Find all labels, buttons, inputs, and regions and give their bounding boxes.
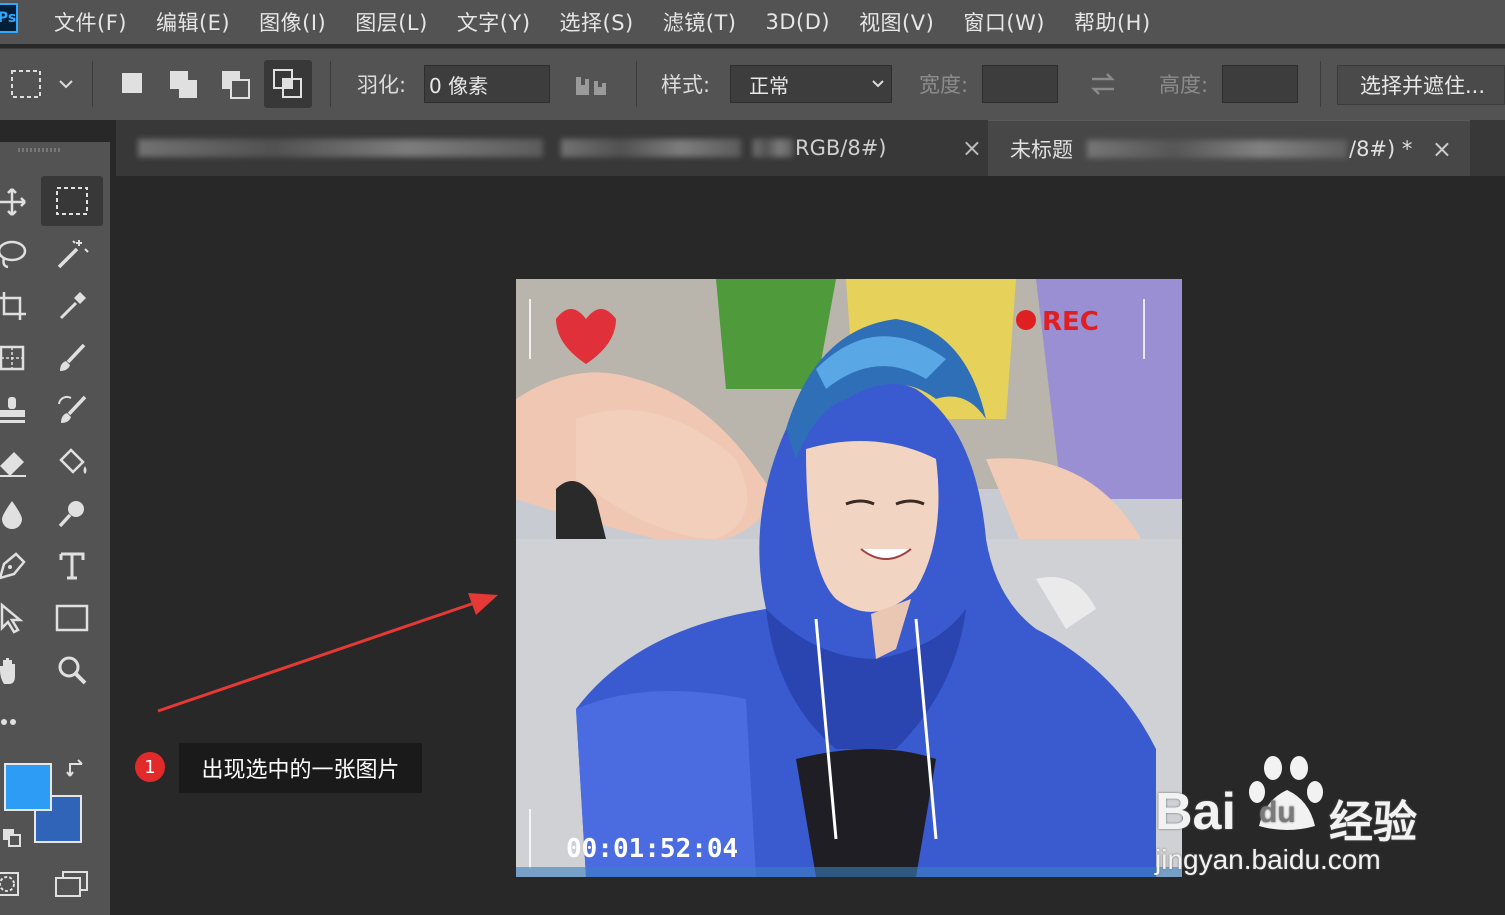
paint-bucket-tool-icon[interactable] [52, 442, 92, 482]
panel-grip[interactable] [18, 148, 60, 152]
step-number-badge: 1 [135, 752, 165, 782]
watermark-brand-b: du [1259, 796, 1296, 829]
crop-tool-icon[interactable] [0, 286, 32, 326]
menu-window[interactable]: 窗口(W) [963, 7, 1045, 37]
rec-label: REC [1042, 307, 1099, 337]
intersect-selection-button[interactable] [264, 60, 312, 108]
menu-edit[interactable]: 编辑(E) [156, 7, 230, 37]
width-input[interactable] [982, 65, 1058, 103]
style-select[interactable]: 正常 [730, 65, 892, 103]
options-bar: 羽化: 0 像素 样式: 正常 宽度: 高度: 选择并遮住... [0, 48, 1505, 120]
clone-stamp-tool-icon[interactable] [0, 390, 32, 430]
style-select-value: 正常 [749, 73, 789, 98]
tools-panel [0, 142, 110, 915]
menu-3d[interactable]: 3D(D) [765, 10, 830, 34]
magic-wand-tool-icon[interactable] [52, 234, 92, 274]
quick-mask-icon[interactable] [0, 870, 22, 902]
watermark-brand-a: Bai [1155, 783, 1236, 841]
tab-document-1[interactable]: RGB/8#) × [116, 120, 986, 176]
close-icon[interactable]: × [962, 134, 982, 162]
hand-tool-icon[interactable] [0, 650, 32, 690]
width-label: 宽度: [919, 73, 969, 97]
menu-file[interactable]: 文件(F) [54, 7, 127, 37]
document-image[interactable]: REC 00:01:52:04 [516, 279, 1182, 877]
zoom-tool-icon[interactable] [52, 650, 92, 690]
watermark-brand-c: 经验 [1329, 797, 1417, 848]
document-tabs: RGB/8#) × 未标题 /8#) * × [116, 120, 1505, 176]
menu-select[interactable]: 选择(S) [560, 7, 634, 37]
menu-view[interactable]: 视图(V) [859, 7, 934, 37]
foreground-color-swatch-top [4, 763, 52, 811]
step-annotation: 出现选中的一张图片 [179, 743, 422, 793]
menu-help[interactable]: 帮助(H) [1074, 7, 1151, 37]
brush-tool-icon[interactable] [52, 338, 92, 378]
more-tools-icon[interactable] [0, 702, 32, 742]
height-label: 高度: [1159, 73, 1209, 97]
menu-filter[interactable]: 滤镜(T) [663, 7, 737, 37]
blur-tool-icon[interactable] [0, 494, 32, 534]
select-and-mask-button[interactable]: 选择并遮住... [1337, 65, 1505, 105]
menu-image[interactable]: 图像(I) [259, 7, 326, 37]
tab-document-2-suffix: /8#) * [1349, 136, 1413, 161]
pen-tool-icon[interactable] [0, 546, 32, 586]
frame-tool-icon[interactable] [0, 338, 32, 378]
default-colors-icon[interactable] [2, 828, 22, 852]
pointer-arrow [157, 593, 498, 713]
intersect-selection-icon [273, 69, 302, 98]
tab-document-2[interactable]: 未标题 /8#) * × [988, 120, 1470, 176]
anti-alias-icon[interactable] [574, 73, 614, 101]
marquee-preset-icon[interactable] [10, 69, 76, 105]
menu-type[interactable]: 文字(Y) [457, 7, 531, 37]
chevron-down-icon [872, 80, 884, 88]
type-tool-icon[interactable] [52, 546, 92, 586]
tab-document-2-label: 未标题 [1010, 137, 1073, 162]
feather-label: 羽化: [357, 73, 407, 97]
baidu-watermark: Bai du 经验 jingyan.baidu.com [1155, 752, 1435, 882]
feather-input[interactable]: 0 像素 [424, 65, 550, 103]
swap-dimensions-icon[interactable] [1088, 71, 1118, 101]
close-icon[interactable]: × [1432, 135, 1452, 163]
path-selection-tool-icon[interactable] [0, 598, 32, 638]
subtract-selection-icon[interactable] [220, 69, 252, 105]
add-selection-icon[interactable] [168, 69, 200, 105]
watermark-url: jingyan.baidu.com [1155, 844, 1381, 875]
new-selection-icon[interactable] [120, 71, 144, 99]
move-tool-icon[interactable] [0, 182, 32, 222]
screen-mode-icon[interactable] [54, 870, 90, 902]
menu-layer[interactable]: 图层(L) [355, 7, 428, 37]
history-brush-tool-icon[interactable] [52, 390, 92, 430]
lasso-tool-icon[interactable] [0, 234, 32, 274]
style-label: 样式: [661, 73, 711, 97]
dodge-tool-icon[interactable] [52, 494, 92, 534]
menu-bar: Ps 文件(F) 编辑(E) 图像(I) 图层(L) 文字(Y) 选择(S) 滤… [0, 0, 1505, 44]
photoshop-logo: Ps [0, 3, 18, 33]
tab-document-1-label: RGB/8#) [795, 136, 887, 160]
rectangle-tool-icon[interactable] [52, 598, 92, 638]
height-input[interactable] [1222, 65, 1298, 103]
eraser-tool-icon[interactable] [0, 442, 32, 482]
swap-colors-icon[interactable] [66, 758, 88, 784]
timecode-label: 00:01:52:04 [566, 834, 738, 864]
rectangular-marquee-tool-icon[interactable] [41, 176, 103, 226]
eyedropper-tool-icon[interactable] [52, 286, 92, 326]
